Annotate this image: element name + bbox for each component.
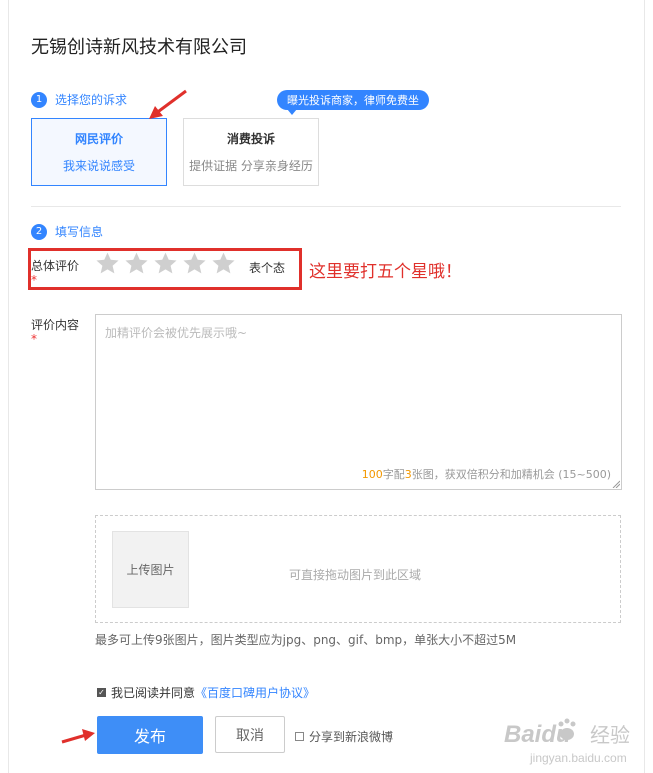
option-netizen-review-subtitle: 我来说说感受 (62, 159, 135, 173)
step-2-header: 2 填写信息 (31, 223, 103, 240)
upload-note: 最多可上传9张图片，图片类型应为jpg、png、gif、bmp，单张大小不超过5… (95, 633, 517, 647)
step-1-number: 1 (31, 91, 47, 108)
counter-image-count: 3 (404, 468, 412, 481)
step-1-label: 选择您的诉求 (55, 93, 128, 107)
red-arrow-icon (61, 729, 95, 744)
counter-text-mid: 字配 (382, 468, 405, 481)
agreement-checkbox[interactable] (97, 688, 106, 697)
red-arrow-icon (149, 89, 187, 119)
option-consumer-complaint-title: 消费投诉 (226, 132, 275, 146)
option-netizen-review-title: 网民评价 (74, 132, 123, 146)
counter-word-count: 100 (361, 468, 383, 481)
page-title: 无锡创诗新风技术有限公司 (31, 37, 247, 58)
agreement-row: 我已阅读并同意 《百度口碑用户协议》 (97, 684, 315, 701)
share-weibo-checkbox[interactable] (295, 732, 304, 741)
watermark-cn: 经验 (590, 723, 630, 747)
watermark-url: jingyan.baidu.com (529, 751, 627, 765)
review-counter: 100字配3张图，获双倍积分和加精机会 (15~500) (362, 466, 611, 482)
option-consumer-complaint-subtitle: 提供证据 分享亲身经历 (189, 159, 313, 173)
step-2-label: 填写信息 (55, 225, 104, 239)
upload-image-button[interactable]: 上传图片 (112, 531, 189, 608)
user-agreement-link[interactable]: 《百度口碑用户协议》 (195, 684, 315, 701)
step-1-header: 1 选择您的诉求 (31, 91, 127, 108)
drop-zone-hint: 可直接拖动图片到此区域 (289, 568, 422, 582)
step-2-number: 2 (31, 223, 47, 240)
review-placeholder: 加精评价会被优先展示哦~ (105, 326, 248, 340)
share-weibo-label: 分享到新浪微博 (309, 730, 394, 744)
highlight-box (28, 248, 302, 290)
option-consumer-complaint[interactable]: 消费投诉 提供证据 分享亲身经历 (183, 118, 319, 186)
section-divider (31, 206, 621, 207)
agreement-text: 我已阅读并同意 (111, 686, 196, 700)
publish-button[interactable]: 发布 (97, 716, 203, 754)
resize-grip-icon[interactable] (612, 480, 620, 488)
image-drop-zone[interactable]: 上传图片 可直接拖动图片到此区域 (95, 515, 621, 623)
option-netizen-review[interactable]: 网民评价 我来说说感受 (31, 118, 167, 186)
share-weibo-row: 分享到新浪微博 (295, 728, 393, 745)
annotation-text: 这里要打五个星哦！ (309, 262, 462, 282)
review-textarea[interactable]: 加精评价会被优先展示哦~ 100字配3张图，获双倍积分和加精机会 (15~500… (95, 314, 622, 490)
review-required-mark: * (31, 332, 37, 346)
review-label: 评价内容 (31, 318, 80, 332)
cancel-button[interactable]: 取消 (215, 716, 285, 753)
promo-badge: 曝光投诉商家，律师免费坐 (277, 90, 429, 115)
counter-text-post: 张图，获双倍积分和加精机会 (15~500) (411, 468, 611, 481)
baidu-jingyan-watermark: Baidu 经验 jingyan.baidu.com (504, 718, 630, 765)
